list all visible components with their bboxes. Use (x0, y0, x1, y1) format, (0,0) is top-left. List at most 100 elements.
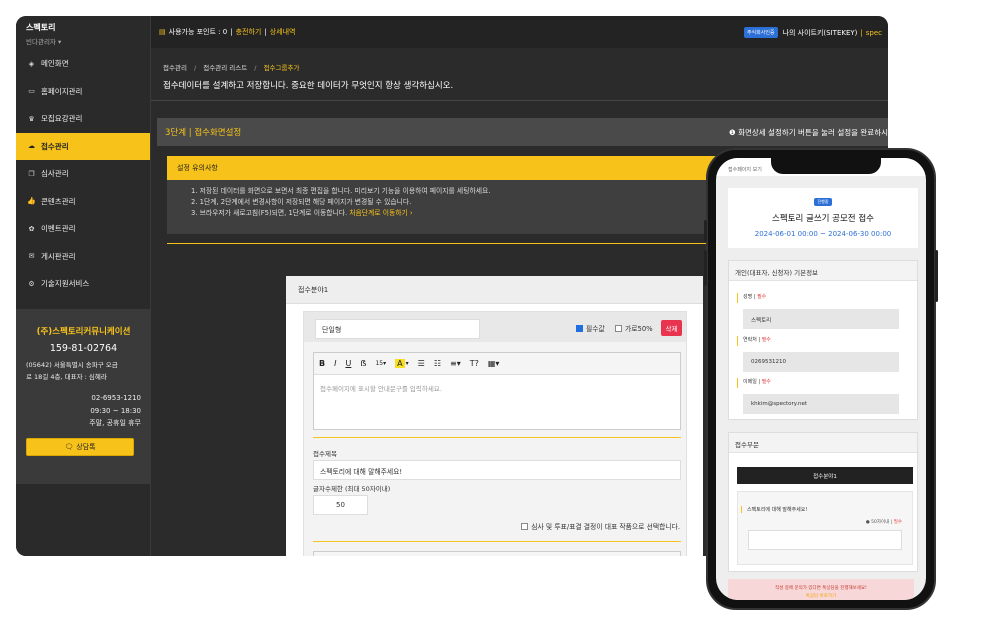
detail-link[interactable]: 상세내역 (270, 27, 296, 37)
brand-title: 스펙토리 (26, 23, 56, 32)
sidebar-item-support[interactable]: ⚙ 기술지원서비스 (16, 270, 150, 298)
email-input[interactable]: khkim@spectory.net (743, 394, 899, 414)
thumbs-up-icon: 👍 (27, 197, 36, 206)
phone-preview: 접수페이지 보기 진행중 스펙토리 글쓰기 공모전 접수 2024-06-01 … (704, 148, 938, 610)
separator: | (860, 28, 863, 37)
verified-badge: 주식회사인증 (743, 27, 778, 38)
phone-input[interactable]: 0269531210 (743, 352, 899, 372)
answer-input[interactable] (748, 530, 902, 550)
divider (313, 437, 681, 438)
representative-checkbox[interactable]: 심사 및 투표/표결 결정이 대표 작품으로 선택합니다. (521, 521, 680, 531)
phone-power-button (935, 250, 938, 302)
editor-toolbar: B I U ẞ 15▾ A ▾ ☰ ☷ ≡▾ T? ▦▾ (314, 353, 680, 375)
sidebar-item-homepage[interactable]: ▭ 홈페이지관리 (16, 78, 150, 106)
field-name-input[interactable]: 단일형 (315, 319, 480, 339)
phone-side-button (704, 220, 707, 242)
sidebar-item-review[interactable]: ❐ 심사관리 (16, 160, 150, 188)
sidebar-item-main[interactable]: ◈ 메인화면 (16, 50, 150, 78)
charlimit-input[interactable]: 50 (313, 495, 368, 515)
representative-label: 심사 및 투표/표결 결정이 대표 작품으로 선택합니다. (531, 523, 680, 531)
top-bar: ▤ 사용가능 포인트 : 0 | 충전하기 | 상세내역 주식회사인증 나의 사… (151, 16, 888, 48)
gift-icon: ✿ (28, 224, 35, 233)
site-info: 주식회사인증 나의 사이트키(SITEKEY) | spec (743, 27, 882, 38)
font-size-select[interactable]: 15▾ (375, 360, 386, 367)
sidebar-item-contents[interactable]: 👍 콘텐츠관리 (16, 188, 150, 216)
consult-banner[interactable]: 작성 중에 문의가 있다면 톡상담을 진행해보세요! 톡상담 바로가기 (728, 579, 914, 600)
style-button[interactable]: T? (470, 359, 479, 368)
field-label: 성명 | 필수 (737, 293, 909, 303)
question-block: 스펙토리에 대해 말해주세요! ● 50자이내 | 필수 (737, 491, 913, 565)
charlimit-label: 글자수제한 (최대 50자이내) (313, 485, 391, 493)
step-info: ❶ 화면상세 설정하기 버튼을 눌러 설정을 완료하시 (729, 127, 888, 138)
align-button[interactable]: ≡▾ (450, 359, 461, 368)
color-dropdown[interactable]: ▾ (406, 360, 409, 367)
trophy-icon: ♛ (28, 114, 35, 123)
phone-notch (771, 158, 881, 174)
step-bar: 3단계 | 접수화면설정 ❶ 화면상세 설정하기 버튼을 눌러 설정을 완료하시 (157, 118, 888, 146)
table-button[interactable]: ▦▾ (488, 359, 500, 368)
monitor-icon: ▭ (28, 87, 35, 96)
rich-text-editor[interactable]: B I U ẞ 15▾ A ▾ ☰ ☷ ≡▾ T? ▦▾ 접수페이지에 표시할 … (313, 352, 681, 430)
underline-button[interactable]: U (345, 359, 351, 368)
holiday-note: 주말, 공휴일 휴무 (89, 419, 141, 427)
phone-field: 연락처 | 필수 0269531210 (737, 336, 909, 372)
breadcrumb-current: 접수그룹추가 (263, 64, 300, 72)
question-input[interactable]: 스펙토리에 대해 말해주세요! (313, 460, 681, 480)
notice-item-text: 3. 브라우저가 새로고침(F5)되면, 1단계로 이동합니다. (191, 209, 348, 217)
sidebar-item-recruitment[interactable]: ♛ 모집요강관리 (16, 105, 150, 133)
charge-link[interactable]: 충전하기 (236, 27, 262, 37)
breadcrumb-item[interactable]: 접수관리 리스트 (203, 64, 247, 72)
width50-label: 가로50% (625, 325, 653, 333)
section-title: 접수분야1 (286, 276, 703, 304)
sidebar-item-board[interactable]: ✉ 게시판관리 (16, 243, 150, 271)
eraser-button[interactable]: ẞ (360, 359, 366, 368)
consult-banner-text: 작성 중에 문의가 있다면 톡상담을 진행해보세요! (775, 586, 867, 591)
sidebar-item-label: 게시판관리 (41, 251, 76, 261)
personal-info-title: 개인(대표자, 신청자) 기본정보 (729, 261, 917, 281)
field-label-text: 연락처 (743, 337, 757, 343)
category-tab[interactable]: 접수분야1 (737, 467, 913, 484)
required-mark: 필수 (761, 337, 771, 343)
cube-icon: ◈ (28, 59, 35, 68)
question-text: 스펙토리에 대해 말해주세요! (741, 506, 912, 513)
breadcrumb-item[interactable]: 접수관리 (163, 64, 187, 72)
required-mark: 필수 (757, 294, 767, 300)
business-hours: 09:30 ~ 18:30 (90, 406, 141, 415)
bold-button[interactable]: B (319, 359, 325, 368)
italic-button[interactable]: I (334, 359, 336, 368)
consult-button[interactable]: 🗨 상담톡 (26, 437, 134, 456)
bullet-list-button[interactable]: ☰ (418, 359, 425, 368)
checkbox-icon (521, 522, 529, 530)
first-step-link[interactable]: 처음단계로 이동하기 › (349, 209, 412, 217)
site-name[interactable]: 나의 사이트키(SITEKEY) (783, 28, 858, 38)
name-field: 성명 | 필수 스펙토리 (737, 293, 909, 329)
event-title: 스펙토리 글쓰기 공모전 접수 (772, 214, 874, 224)
sidebar-item-label: 콘텐츠관리 (41, 196, 76, 206)
sidebar-item-label: 기술지원서비스 (41, 279, 90, 289)
separator: | (264, 28, 267, 36)
phone-screen: 접수페이지 보기 진행중 스펙토리 글쓰기 공모전 접수 2024-06-01 … (716, 158, 926, 600)
company-info: (주)스펙토리커뮤니케이션 159-81-02764 (05642) 서울특별시… (16, 309, 151, 484)
delete-button[interactable]: 삭제 (661, 320, 682, 336)
rich-text-editor-2[interactable]: B I U ẞ 15▾ A ▾ ☰ ☷ ≡▾ T? ▦▾ (313, 551, 681, 556)
category-title: 접수부문 (729, 433, 917, 453)
text-color-button[interactable]: A (395, 359, 405, 368)
step-title: 3단계 | 접수화면설정 (165, 128, 242, 138)
breadcrumb-separator: / (194, 64, 197, 72)
name-input[interactable]: 스펙토리 (743, 309, 899, 329)
brand-subtitle[interactable]: 빈다관리자 ▾ (26, 36, 140, 46)
address-line-2: 로 18길 4층, 대표자 : 심혜라 (26, 373, 107, 381)
sidebar-item-event[interactable]: ✿ 이벤트관리 (16, 215, 150, 243)
event-date: 2024-06-01 00:00 ~ 2024-06-30 00:00 (754, 230, 892, 238)
personal-info-card: 개인(대표자, 신청자) 기본정보 성명 | 필수 스펙토리 연락처 | 필수 … (728, 260, 918, 420)
category-card: 접수부문 접수분야1 스펙토리에 대해 말해주세요! ● 50자이내 | 필수 (728, 432, 918, 572)
page-header: 접수관리 / 접수관리 리스트 / 접수그룹추가 접수데이터를 설계하고 저장합… (151, 48, 888, 101)
sidebar-item-reception[interactable]: ☁ 접수관리 (16, 132, 150, 160)
brand[interactable]: 스펙토리 빈다관리자 ▾ (16, 16, 150, 48)
char-limit: 50자이내 (871, 520, 890, 525)
consult-banner-link[interactable]: 톡상담 바로가기 (728, 593, 914, 599)
width50-checkbox[interactable]: 가로50% (615, 323, 653, 333)
numbered-list-button[interactable]: ☷ (434, 359, 441, 368)
required-checkbox[interactable]: 필수값 (576, 323, 605, 333)
chat-icon: 🗨 (64, 442, 74, 451)
